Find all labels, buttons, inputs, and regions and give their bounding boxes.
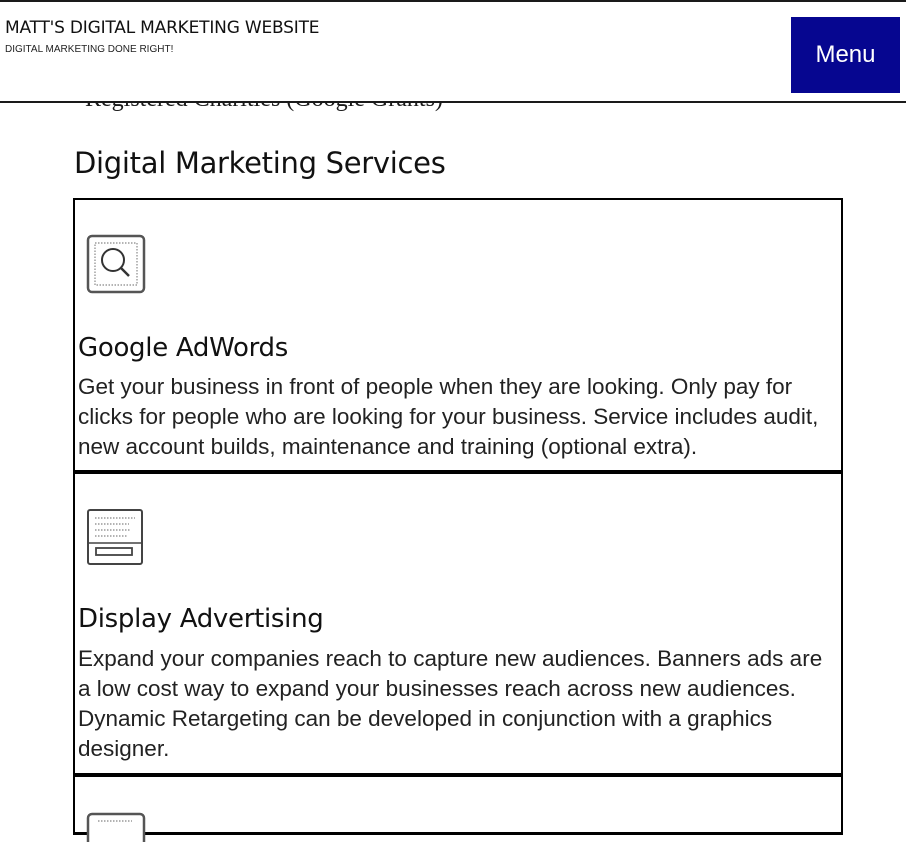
section-heading: Digital Marketing Services — [74, 146, 446, 180]
service-description: Get your business in front of people whe… — [78, 374, 819, 459]
service-card-next — [73, 775, 843, 846]
site-header: MATT'S DIGITAL MARKETING WEBSITE DIGITAL… — [0, 0, 906, 103]
service-title: Display Advertising — [78, 604, 324, 634]
service-description: Expand your companies reach to capture n… — [78, 646, 823, 761]
site-title[interactable]: MATT'S DIGITAL MARKETING WEBSITE — [5, 18, 320, 38]
service-card-display: Display Advertising Expand your companie… — [73, 472, 843, 776]
search-icon — [86, 234, 146, 298]
site-tagline: DIGITAL MARKETING DONE RIGHT! — [5, 44, 174, 55]
service-icon — [86, 812, 146, 846]
display-ad-icon — [86, 508, 144, 570]
service-card-adwords: Google AdWords Get your business in fron… — [73, 198, 843, 473]
service-title: Google AdWords — [78, 333, 288, 363]
services-list: Google AdWords Get your business in fron… — [73, 198, 843, 846]
menu-button[interactable]: Menu — [791, 17, 900, 93]
